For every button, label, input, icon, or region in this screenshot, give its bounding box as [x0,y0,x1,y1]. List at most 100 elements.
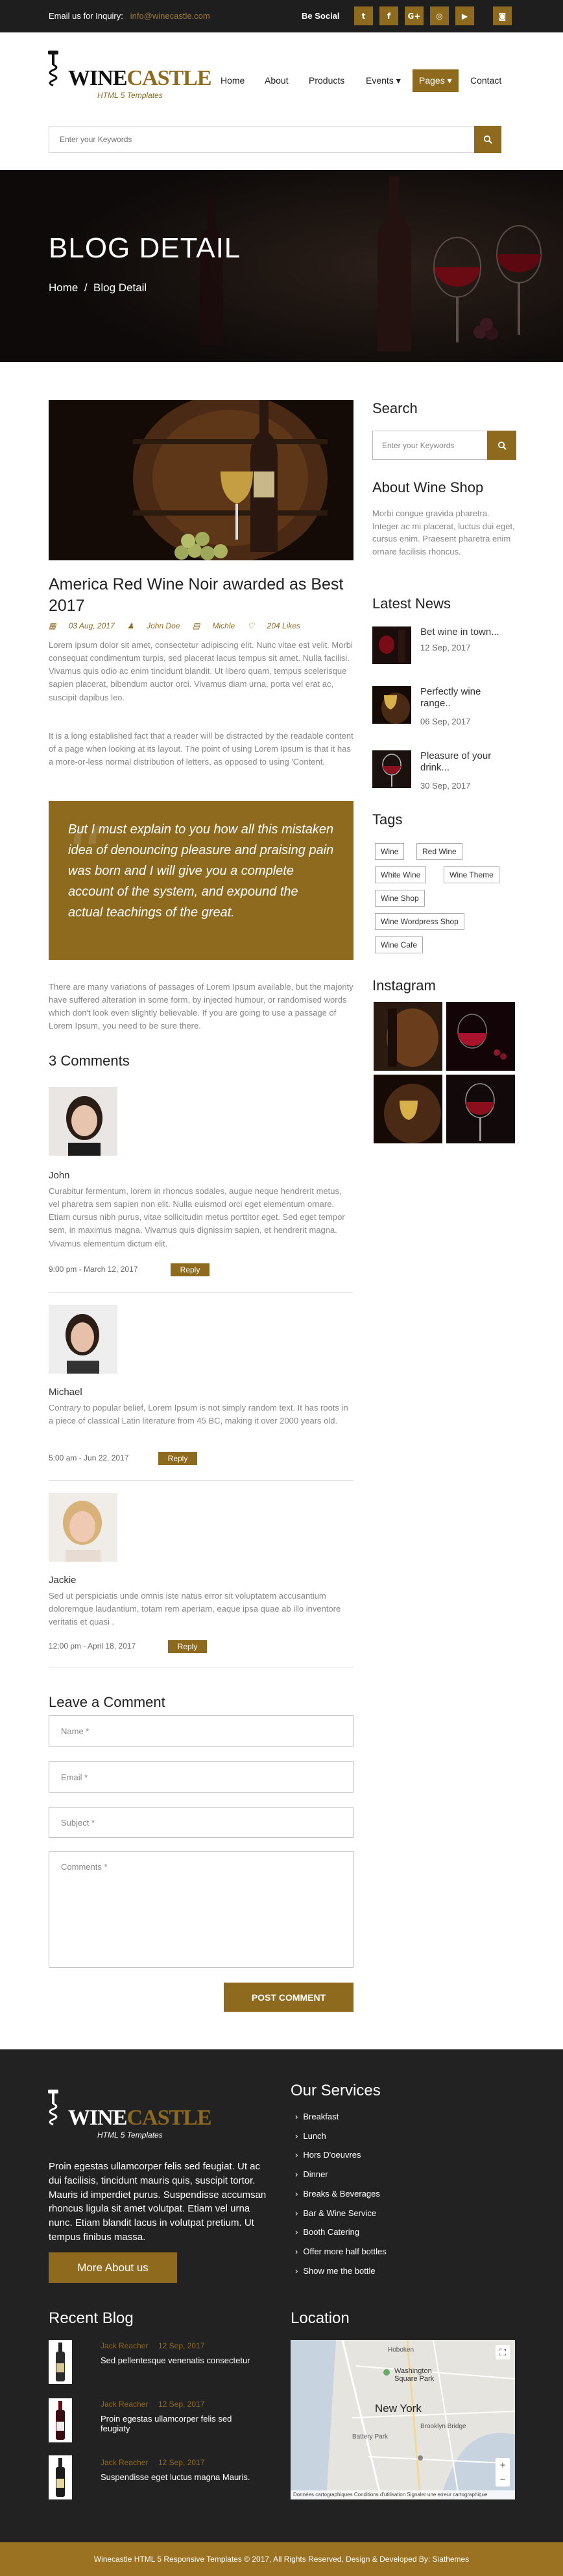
instagram-photo[interactable] [446,1075,515,1143]
heart-icon: ♡ [247,621,255,630]
news-title[interactable]: Perfectly wine range.. [420,686,511,710]
reply-button[interactable]: Reply [168,1640,207,1653]
reply-button[interactable]: Reply [158,1452,197,1465]
nav-products[interactable]: Products [309,75,344,86]
tags-heading: Tags [372,811,403,828]
instagram-photo[interactable] [446,1002,515,1071]
blog-date: 12 Sep, 2017 [158,2458,205,2467]
tag-link[interactable]: Wine Shop [375,890,425,907]
fullscreen-icon[interactable]: ⛶ [496,2345,510,2359]
news-title[interactable]: Bet wine in town... [420,626,511,638]
blog-thumbnail[interactable] [49,2398,72,2442]
blog-thumbnail[interactable] [49,2340,72,2384]
service-link[interactable]: Offer more half bottles [295,2247,386,2256]
service-link[interactable]: Bar & Wine Service [295,2208,376,2218]
search-icon [497,441,507,450]
name-field[interactable]: Name * [49,1715,353,1747]
nav-about[interactable]: About [265,75,289,86]
inquiry-email-link[interactable]: info@winecastle.com [130,11,210,21]
blog-author: Jack Reacher [101,2458,149,2467]
service-link[interactable]: Hors D'oeuvres [295,2150,361,2160]
blog-title[interactable]: Suspendisse eget luctus magna Mauris. [101,2472,250,2482]
site-logo[interactable]: WINECASTLE [68,66,212,91]
news-thumbnail[interactable] [372,750,411,788]
logo-castle: CASTLE [126,2106,211,2130]
blog-title[interactable]: Proin egestas ullamcorper felis sed feug… [101,2414,263,2433]
service-link[interactable]: Lunch [295,2131,326,2141]
more-about-button[interactable]: More About us [49,2252,177,2283]
camera-icon[interactable]: ◙ [493,6,512,25]
twitter-icon[interactable]: t [354,6,373,25]
nav-pages[interactable]: Pages ▾ [413,69,459,92]
post-comment-button[interactable]: POST COMMENT [224,1983,353,2012]
instagram-heading: Instagram [372,977,436,994]
breadcrumb-home-link[interactable]: Home [49,281,78,294]
corkscrew-logo-icon[interactable] [47,51,70,102]
google-plus-icon[interactable]: G+ [405,6,424,25]
sidebar-search-button[interactable] [487,431,516,460]
tag-link[interactable]: Wine Wordpress Shop [375,913,464,930]
post-category[interactable]: Michle [213,621,235,630]
logo-ine: INE [90,66,127,90]
news-date: 12 Sep, 2017 [420,643,471,652]
nav-events[interactable]: Events ▾ [366,75,401,86]
wine-bottles-background-image [0,170,563,362]
instagram-photo[interactable] [374,1075,442,1143]
zoom-control[interactable]: + − [496,2458,510,2487]
nav-contact[interactable]: Contact [470,75,501,86]
blog-date: 12 Sep, 2017 [158,2341,205,2350]
latest-news-heading: Latest News [372,595,451,612]
nav-home[interactable]: Home [221,75,245,86]
service-link[interactable]: Dinner [295,2169,328,2179]
news-thumbnail[interactable] [372,626,411,664]
service-link[interactable]: Booth Catering [295,2227,359,2237]
news-title[interactable]: Pleasure of your drink... [420,750,511,774]
blog-date: 12 Sep, 2017 [158,2400,205,2409]
comments-textarea[interactable]: Comments * [49,1851,353,1968]
breadcrumb-current: Blog Detail [93,281,147,294]
corkscrew-logo-icon[interactable] [47,2090,70,2141]
instagram-icon[interactable]: ◎ [430,6,449,25]
facebook-icon[interactable]: f [379,6,398,25]
hero-banner: BLOG DETAIL Home / Blog Detail [0,170,563,362]
social-label: Be Social [302,11,340,21]
tag-link[interactable]: Red Wine [416,843,462,860]
divider [49,1480,353,1481]
avatar [49,1087,117,1156]
comment-text: Curabitur fermentum, lorem in rhoncus so… [49,1186,345,1248]
breadcrumb: Home / Blog Detail [49,281,147,294]
map-label-hoboken: Hoboken [388,2346,414,2354]
tag-link[interactable]: White Wine [375,866,427,883]
news-thumbnail[interactable] [372,686,411,724]
location-heading: Location [291,2309,350,2327]
search-button[interactable] [474,126,501,153]
email-field[interactable]: Email * [49,1761,353,1793]
zoom-in-icon[interactable]: + [500,2460,506,2471]
tag-link[interactable]: Wine [375,843,405,860]
about-text: Morbi congue gravida pharetra. Integer a… [372,508,515,556]
post-paragraph-3: There are many variations of passages of… [49,982,353,1031]
comment-date: 9:00 pm - March 12, 2017 [49,1265,138,1274]
reply-button[interactable]: Reply [171,1263,210,1276]
service-link[interactable]: Breakfast [295,2112,339,2121]
location-map[interactable]: Hoboken Washington Square Park New York … [291,2340,515,2499]
copyright-bar: Winecastle HTML 5 Responsive Templates ©… [0,2542,563,2576]
logo-tagline: HTML 5 Templates [97,91,163,100]
inquiry-label: Email us for Inquiry: [49,11,123,21]
instagram-photo[interactable] [374,1002,442,1071]
tag-link[interactable]: Wine Theme [444,866,499,883]
search-input[interactable] [49,126,471,152]
zoom-out-icon[interactable]: − [500,2474,506,2485]
inquiry-text: Email us for Inquiry: info@winecastle.co… [49,11,210,21]
youtube-icon[interactable]: ▶ [455,6,474,25]
subject-field[interactable]: Subject * [49,1807,353,1838]
service-link[interactable]: Show me the bottle [295,2266,375,2276]
service-link[interactable]: Breaks & Beverages [295,2189,380,2199]
blog-title[interactable]: Sed pellentesque venenatis consectetur [101,2355,250,2365]
comment-date: 5:00 am - Jun 22, 2017 [49,1453,129,1462]
footer-logo[interactable]: WINECASTLE [68,2106,212,2130]
post-author[interactable]: John Doe [147,621,180,630]
tag-link[interactable]: Wine Cafe [375,936,424,953]
blog-thumbnail[interactable] [49,2455,72,2499]
sidebar-search-input[interactable]: Enter your Keywords [382,441,454,450]
